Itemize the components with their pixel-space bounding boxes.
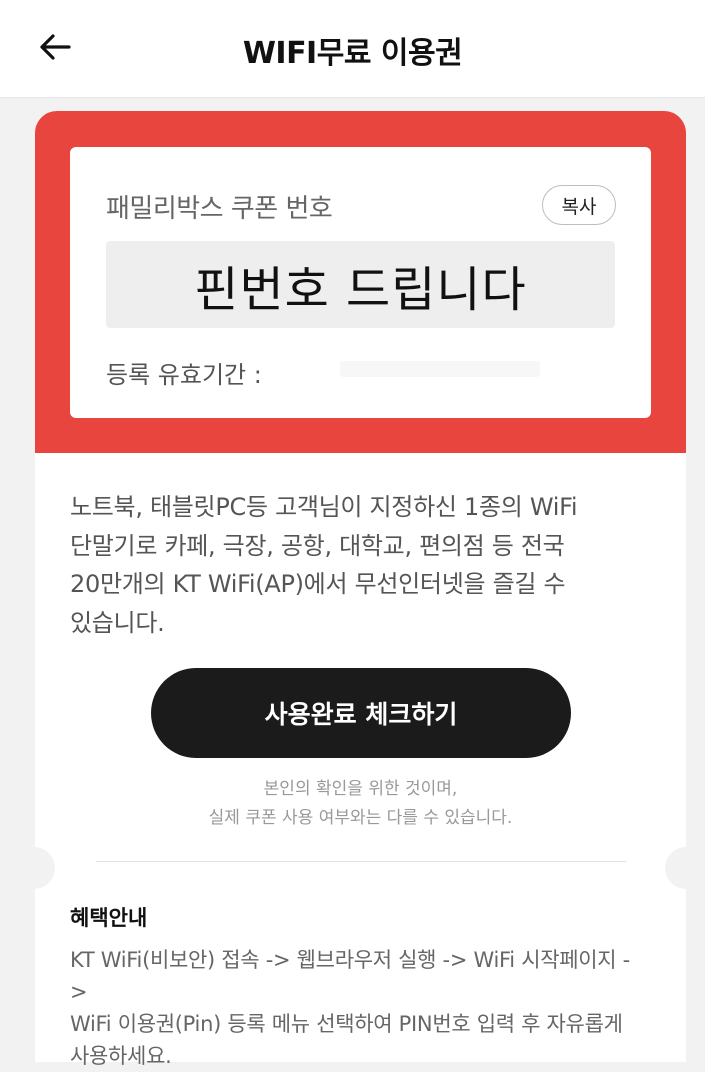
notice-text: 본인의 확인을 위한 것이며, [263, 779, 458, 799]
pin-number: 핀번호 드립니다 [194, 261, 527, 318]
description-line: 20만개의 KT WiFi(AP)에서 무선인터넷을 즐길 수 [70, 570, 566, 598]
copy-button[interactable]: 복사 [542, 185, 616, 225]
validity-value-redacted [340, 361, 540, 377]
usage-complete-check-button[interactable]: 사용완료 체크하기 [151, 668, 571, 758]
coupon-header-panel: 패밀리박스 쿠폰 번호 복사 핀번호 드립니다 등록 유효기간 : [35, 111, 686, 453]
ticket-notch-right [665, 847, 705, 889]
benefit-line: KT WiFi(비보안) 접속 -> 웹브라우저 실행 -> WiFi 시작페이… [70, 948, 630, 1004]
benefit-description: KT WiFi(비보안) 접속 -> 웹브라우저 실행 -> WiFi 시작페이… [70, 944, 640, 1072]
benefit-title: 혜택안내 [70, 906, 148, 930]
divider [96, 861, 626, 862]
notice-text: 실제 쿠폰 사용 여부와는 다를 수 있습니다. [208, 808, 513, 828]
coupon-number-label: 패밀리박스 쿠폰 번호 [106, 194, 333, 224]
description-line: 있습니다. [70, 608, 165, 637]
coupon-description: 노트북, 태블릿PC등 고객님이 지정하신 1종의 WiFi 단말기로 카페, … [70, 488, 630, 642]
benefit-line: 사용하세요. [70, 1044, 172, 1068]
description-line: 노트북, 태블릿PC등 고객님이 지정하신 1종의 WiFi [70, 493, 578, 521]
header-bar: WIFI무료 이용권 [0, 0, 705, 98]
benefit-line: WiFi 이용권(Pin) 등록 메뉴 선택하여 PIN번호 입력 후 자유롭게 [70, 1012, 623, 1036]
page-title: WIFI무료 이용권 [242, 36, 463, 71]
coupon-box: 패밀리박스 쿠폰 번호 복사 핀번호 드립니다 등록 유효기간 : [70, 147, 651, 418]
description-line: 단말기로 카페, 극장, 공항, 대학교, 편의점 등 전국 [70, 531, 565, 560]
validity-label: 등록 유효기간 : [106, 361, 262, 389]
ticket-notch-left [13, 847, 55, 889]
pin-display: 핀번호 드립니다 [106, 241, 615, 328]
